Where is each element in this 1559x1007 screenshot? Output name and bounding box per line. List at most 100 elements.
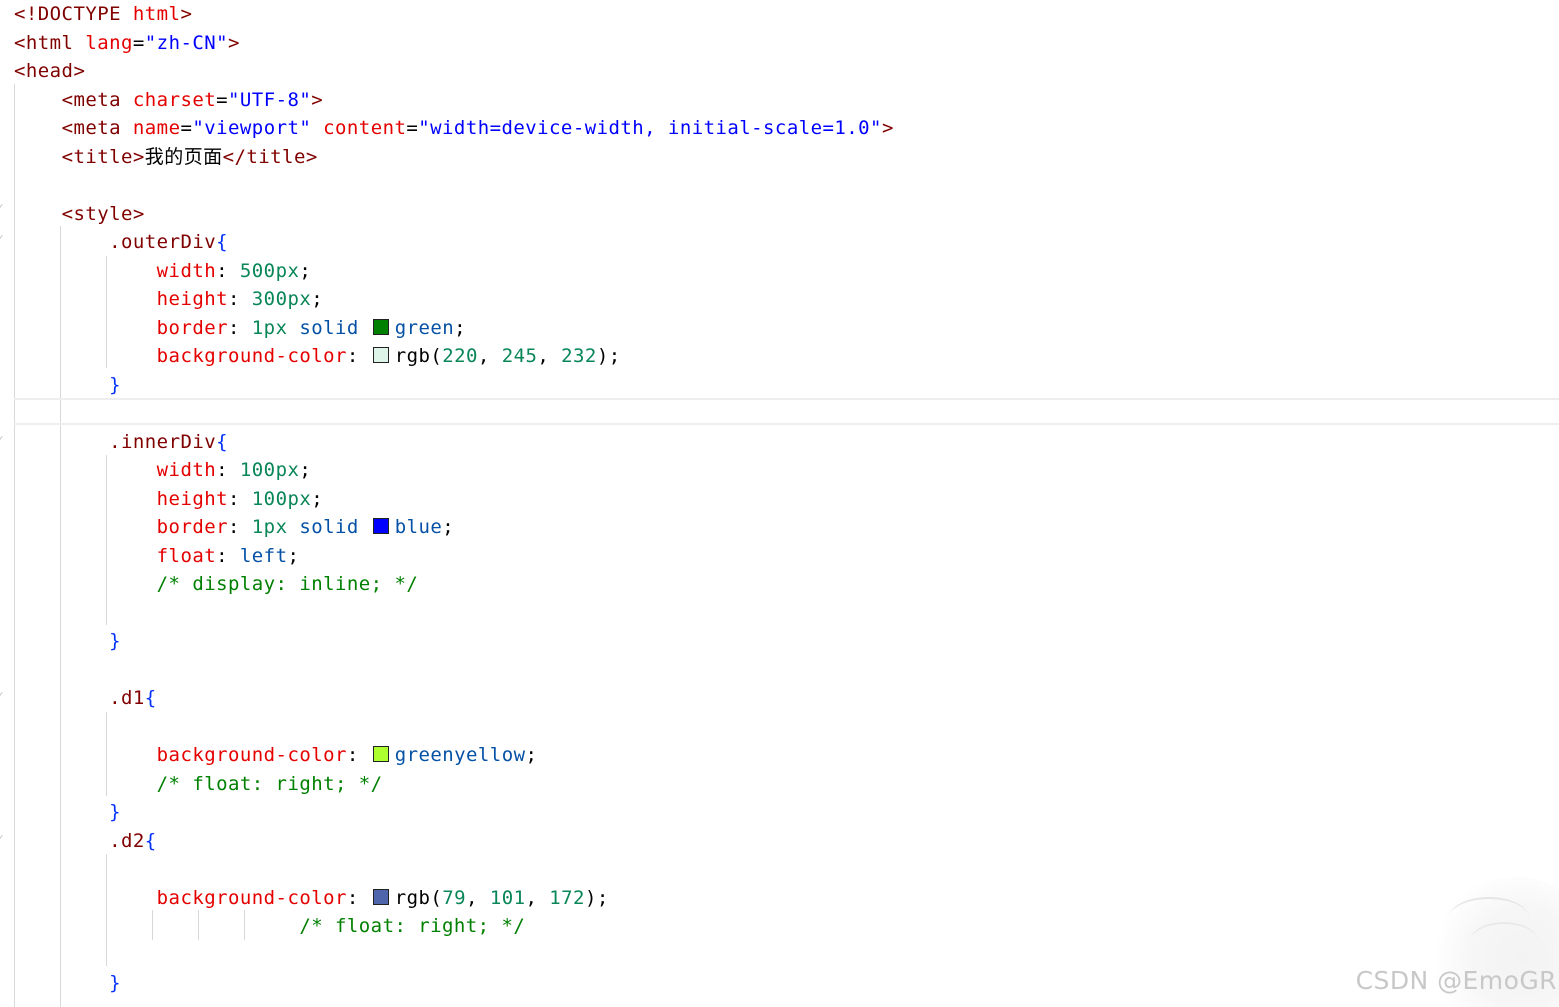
code-token: solid [299, 516, 371, 538]
code-token: <!DOCTYPE [14, 3, 133, 25]
code-token: .d2 [109, 829, 145, 852]
code-line[interactable]: border: 1px solid green; [14, 314, 466, 342]
color-swatch[interactable] [372, 746, 389, 762]
code-editor[interactable]: <!DOCTYPE html> <html lang="zh-CN"> <head>… [0, 0, 1559, 1007]
code-token: "viewport" [192, 117, 324, 139]
code-token: charset [132, 88, 217, 111]
code-line[interactable]: /* float: right; */ [14, 912, 525, 940]
code-line[interactable]: /* display: inline; */ [14, 570, 418, 598]
color-swatch[interactable] [372, 318, 389, 335]
code-token: > [228, 31, 240, 54]
code-token: 我的页面 [144, 145, 223, 168]
code-token: } [109, 801, 122, 823]
code-line[interactable]: } [14, 627, 121, 655]
code-token: float [156, 544, 217, 567]
code-line[interactable]: .outerDiv{ [14, 228, 228, 256]
fold-marker[interactable] [0, 834, 7, 843]
code-token: /* float: right; */ [299, 915, 526, 937]
fold-marker[interactable] [0, 203, 7, 212]
code-token: solid [299, 316, 371, 339]
code-line[interactable]: <html lang="zh-CN"> [14, 29, 240, 57]
code-token: > [881, 117, 894, 139]
code-token: : [228, 487, 252, 510]
code-line[interactable]: /* float: right; */ [14, 770, 383, 798]
code-line[interactable]: height: 300px; [14, 285, 323, 313]
code-line[interactable]: <head> [14, 57, 85, 85]
code-line[interactable]: <style> [14, 200, 145, 228]
code-line[interactable]: background-color: rgb(79, 101, 172); [14, 884, 609, 912]
color-swatch[interactable] [372, 347, 389, 363]
code-token: ; [287, 544, 300, 567]
code-token: = [180, 117, 193, 139]
code-token: : [216, 459, 240, 481]
color-swatch[interactable] [372, 888, 389, 905]
code-token: rgb( [394, 345, 443, 367]
code-token: ; [442, 516, 455, 538]
code-token: = [406, 117, 419, 139]
code-token: : [228, 316, 252, 339]
code-token: 300px [251, 288, 312, 310]
code-token: : [346, 744, 371, 766]
code-token: "zh-CN" [144, 31, 229, 54]
code-line[interactable]: border: 1px solid blue; [14, 513, 454, 541]
code-line[interactable]: } [14, 969, 121, 997]
code-token: .outerDiv [109, 231, 217, 253]
code-token: 500px [239, 259, 300, 282]
code-token: 245 [501, 345, 538, 367]
fold-marker[interactable] [0, 234, 7, 243]
code-line[interactable]: float: left; [14, 542, 299, 570]
code-token: green [394, 316, 455, 339]
code-line[interactable]: } [14, 371, 121, 399]
code-token: greenyellow [394, 744, 526, 766]
color-swatch[interactable] [372, 518, 389, 534]
code-token: ; [299, 259, 312, 282]
code-line[interactable]: <!DOCTYPE html> [14, 0, 192, 28]
code-token: 79 [442, 886, 467, 909]
code-token: : [228, 288, 252, 310]
code-token: ; [311, 487, 324, 510]
code-line[interactable]: .d1{ [14, 684, 157, 712]
code-line[interactable]: height: 100px; [14, 485, 323, 513]
code-token: "UTF-8" [228, 88, 312, 111]
fold-marker[interactable] [0, 691, 7, 700]
code-line[interactable]: background-color: rgb(220, 245, 232); [14, 342, 621, 370]
code-token: ; [299, 459, 312, 481]
fold-marker[interactable] [0, 435, 7, 444]
code-token: ); [596, 345, 621, 367]
code-token: 232 [561, 345, 597, 367]
code-line[interactable]: <title>我的页面</title> [14, 143, 318, 171]
code-token: "width=device-width, initial-scale=1.0" [418, 117, 882, 139]
code-line[interactable]: .d2{ [14, 827, 157, 855]
code-token: lang [85, 31, 133, 54]
code-token: { [144, 829, 157, 852]
code-token: } [109, 373, 122, 396]
code-token: 100px [239, 459, 300, 481]
code-token: <title> [61, 145, 145, 168]
code-line[interactable]: } [14, 798, 121, 826]
code-line[interactable]: .innerDiv{ [14, 428, 228, 456]
code-token: { [216, 430, 229, 453]
code-line[interactable]: background-color: greenyellow; [14, 741, 537, 769]
code-token: <head> [14, 60, 86, 82]
code-line[interactable]: width: 500px; [14, 257, 311, 285]
code-token: , [466, 886, 490, 909]
code-token: html [132, 3, 181, 25]
code-line[interactable]: <meta charset="UTF-8"> [14, 86, 323, 114]
code-line[interactable]: width: 100px; [14, 456, 311, 484]
code-line[interactable]: <meta name="viewport" content="width=dev… [14, 114, 894, 142]
code-token: = [132, 31, 145, 54]
code-token: , [477, 345, 502, 367]
code-token: > [311, 88, 324, 111]
current-line-highlight [14, 398, 1559, 425]
